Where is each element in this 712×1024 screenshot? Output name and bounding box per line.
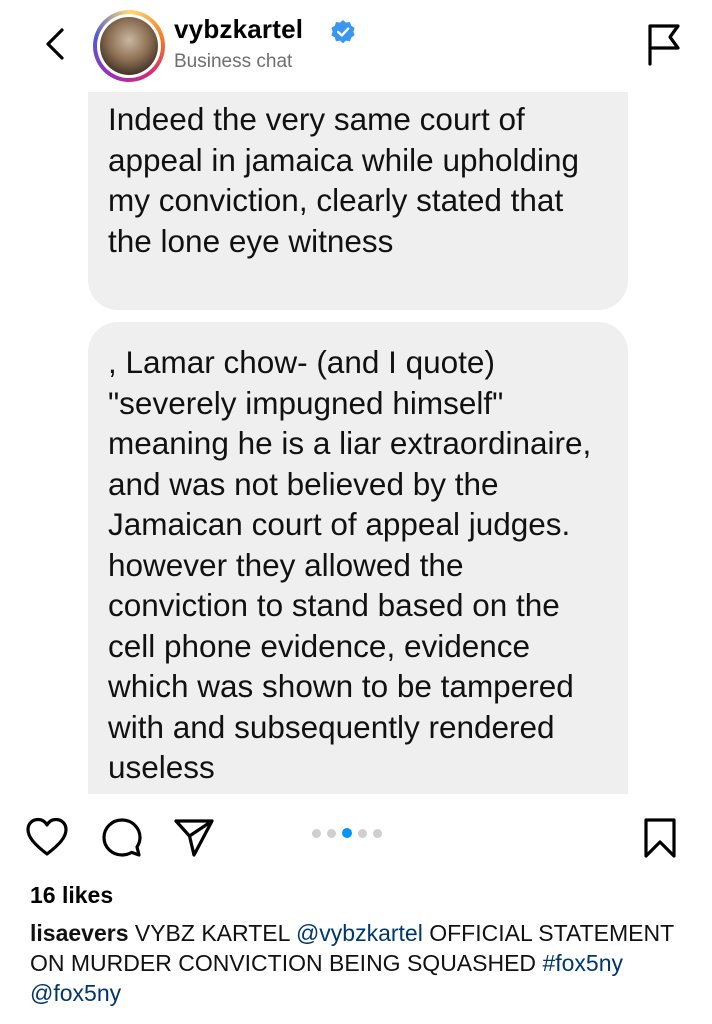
carousel-dot (312, 828, 321, 838)
caption-hashtag[interactable]: #fox5ny (542, 950, 623, 976)
likes-count[interactable]: 16 likes (30, 882, 113, 909)
message-text: , Lamar chow- (and I quote) "severely im… (108, 344, 592, 785)
message-text: Indeed the very same court of appeal in … (108, 101, 580, 259)
chat-header: vybzkartel Business chat (0, 0, 712, 92)
caption-username[interactable]: lisaevers (30, 920, 128, 946)
bookmark-icon[interactable] (642, 816, 678, 860)
caption-mention[interactable]: @vybzkartel (296, 920, 423, 946)
carousel-dot-active (342, 828, 352, 838)
comment-icon[interactable] (100, 816, 144, 860)
verified-badge-icon (331, 20, 355, 44)
chat-type-label: Business chat (174, 51, 293, 72)
send-icon[interactable] (172, 816, 216, 860)
username[interactable]: vybzkartel (174, 14, 303, 45)
carousel-indicator (312, 826, 382, 840)
chevron-left-icon[interactable] (36, 24, 76, 64)
message-bubble: Indeed the very same court of appeal in … (88, 92, 628, 310)
caption-text: VYBZ KARTEL (134, 920, 290, 946)
post-caption: lisaevers VYBZ KARTEL @vybzkartel OFFICI… (30, 918, 690, 1008)
carousel-dot (373, 828, 382, 838)
avatar[interactable] (93, 10, 165, 82)
message-thread[interactable]: Indeed the very same court of appeal in … (0, 92, 712, 794)
caption-mention[interactable]: @fox5ny (30, 980, 121, 1006)
carousel-dot (327, 828, 336, 838)
message-bubble: , Lamar chow- (and I quote) "severely im… (88, 322, 628, 794)
carousel-dot (358, 828, 367, 838)
heart-icon[interactable] (24, 816, 70, 858)
flag-icon[interactable] (642, 20, 686, 68)
